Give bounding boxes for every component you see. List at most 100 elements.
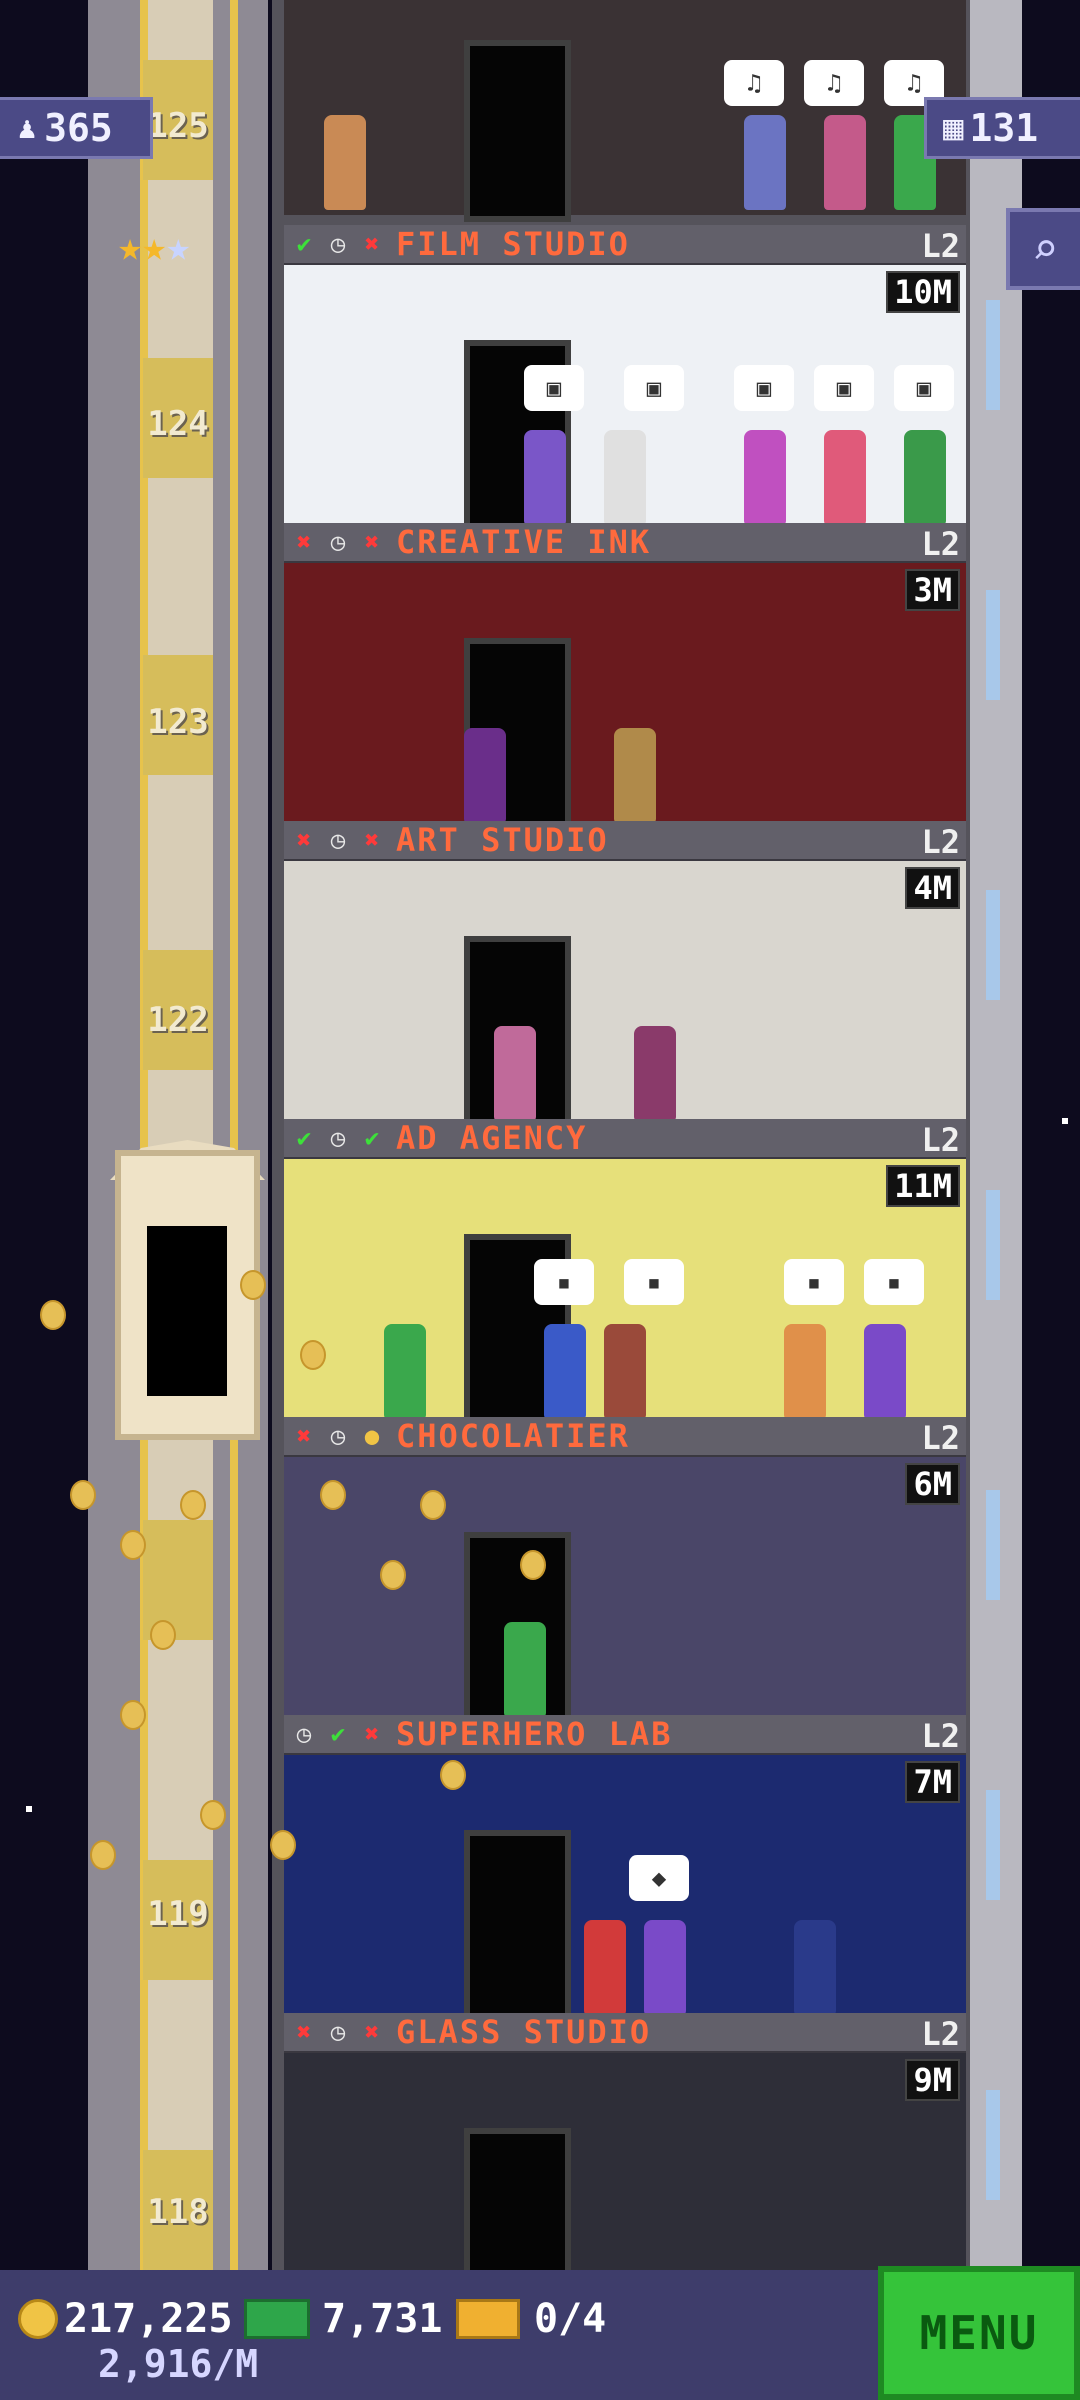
floor-header: ◷ ✔ ✖ SUPERHERO LAB L2: [284, 1715, 966, 1756]
stock-tag: 10M: [886, 271, 960, 313]
stock-tag: 11M: [886, 1165, 960, 1207]
tower-window: [986, 1190, 1000, 1300]
elevator-door: [147, 1226, 227, 1396]
floor-art-studio[interactable]: ✖ ◷ ✖ ART STUDIO L2 4M: [284, 821, 966, 1128]
falling-coin: [320, 1480, 346, 1510]
tenant: [824, 115, 866, 210]
tenant: [524, 430, 566, 525]
clock-icon: ◷: [330, 826, 346, 854]
tenant: [604, 1324, 646, 1419]
floor-header: ✔ ◷ ✖ FILM STUDIO L2: [284, 225, 966, 266]
tenant: [904, 430, 946, 525]
tenant: [604, 430, 646, 525]
star-filled-icon: ★: [142, 224, 167, 270]
floors-icon: ▦: [943, 108, 964, 148]
population-badge[interactable]: ♟ 365: [0, 97, 153, 159]
floor-room: 4M: [284, 861, 966, 1128]
falling-coin: [380, 1560, 406, 1590]
falling-coin: [300, 1340, 326, 1370]
shaft-block: [143, 1520, 213, 1640]
partial-floor-room[interactable]: ♫ ♫ ♫: [284, 0, 966, 222]
floor-level: L2: [921, 1419, 960, 1457]
floor-ad-agency[interactable]: ✔ ◷ ✔ AD AGENCY L2 11M ▪ ▪ ▪ ▪: [284, 1119, 966, 1426]
floor-number: 122: [147, 1000, 209, 1040]
elevator-shaft: 125 124 123 122 119 118: [88, 0, 268, 2270]
magnifier-icon: ⌕: [1031, 223, 1059, 275]
falling-coin: [120, 1530, 146, 1560]
floor-header: ✔ ◷ ✔ AD AGENCY L2: [284, 1119, 966, 1160]
product-bubble: ▣: [814, 365, 874, 411]
floor-header: ✖ ◷ ✖ ART STUDIO L2: [284, 821, 966, 862]
tenant: [384, 1324, 426, 1419]
check-icon: ✔: [364, 1124, 380, 1152]
tenant: [614, 728, 656, 823]
tenant: [544, 1324, 586, 1419]
bux-stat[interactable]: 7,731: [244, 2296, 442, 2342]
tickets-value: 0/4: [534, 2296, 607, 2342]
search-button[interactable]: ⌕: [1006, 208, 1080, 290]
floor-number: 124: [147, 404, 209, 444]
floor-level: L2: [921, 525, 960, 563]
floor-film-studio[interactable]: ✔ ◷ ✖ FILM STUDIO L2 10M ▣ ▣ ▣ ▣ ▣: [284, 225, 966, 532]
floor-name: AD AGENCY: [396, 1119, 588, 1157]
floor-level: L2: [921, 2015, 960, 2053]
floor-superhero-lab[interactable]: ◷ ✔ ✖ SUPERHERO LAB L2 7M ◆: [284, 1715, 966, 2022]
floor-room: 7M ◆: [284, 1755, 966, 2022]
floor-glass-studio[interactable]: ✖ ◷ ✖ GLASS STUDIO L2 9M: [284, 2013, 966, 2280]
tenant: [634, 1026, 676, 1121]
music-note-bubble: ♫: [804, 60, 864, 106]
falling-coin: [240, 1270, 266, 1300]
falling-coin: [180, 1490, 206, 1520]
product-bubble: ▪: [624, 1259, 684, 1305]
tenant: [324, 115, 366, 210]
floor-name: ART STUDIO: [396, 821, 609, 859]
falling-coin: [420, 1490, 446, 1520]
floor-count: 131: [969, 106, 1039, 150]
population-count: 365: [44, 106, 113, 150]
clock-icon: ◷: [330, 2018, 346, 2046]
clock-icon: ◷: [330, 528, 346, 556]
population-icon: ♟: [18, 110, 37, 146]
stock-tag: 9M: [905, 2059, 960, 2101]
stock-tag: 3M: [905, 569, 960, 611]
stock-tag: 7M: [905, 1761, 960, 1803]
product-bubble: ▪: [534, 1259, 594, 1305]
background-star: [1062, 1118, 1068, 1124]
floor-number: 119: [147, 1894, 209, 1934]
ticket-icon: [456, 2299, 520, 2339]
tenant: [744, 115, 786, 210]
check-icon: ✔: [330, 1720, 346, 1748]
tenant: [494, 1026, 536, 1121]
elevator-car[interactable]: [115, 1150, 260, 1440]
cross-icon: ✖: [296, 1422, 312, 1450]
rating-stars: ★★★: [118, 224, 190, 270]
floor-creative-ink[interactable]: ✖ ◷ ✖ CREATIVE INK L2 3M: [284, 523, 966, 830]
floor-level: L2: [921, 823, 960, 861]
coins-value: 217,225: [64, 2296, 233, 2342]
floor-level: L2: [921, 227, 960, 265]
floor-number: 118: [147, 2192, 209, 2232]
tower-window: [986, 890, 1000, 1000]
falling-coin: [150, 1620, 176, 1650]
tickets-stat[interactable]: 0/4: [456, 2296, 606, 2342]
floor-number: 123: [147, 702, 209, 742]
tenant: [464, 728, 506, 823]
floor-level: L2: [921, 1717, 960, 1755]
check-icon: ✔: [296, 1124, 312, 1152]
tenant: [644, 1920, 686, 2015]
clock-icon: ◷: [330, 1124, 346, 1152]
room-door: [464, 2128, 571, 2280]
floor-name: FILM STUDIO: [396, 225, 630, 263]
falling-coin: [70, 1480, 96, 1510]
cross-icon: ✖: [296, 826, 312, 854]
falling-coin: [520, 1550, 546, 1580]
floor-room: 11M ▪ ▪ ▪ ▪: [284, 1159, 966, 1426]
menu-button[interactable]: MENU: [878, 2266, 1080, 2400]
floor-header: ✖ ◷ ✖ CREATIVE INK L2: [284, 523, 966, 564]
coins-stat[interactable]: 217,225: [18, 2296, 233, 2342]
clock-icon: ◷: [330, 1422, 346, 1450]
floor-count-badge[interactable]: ▦ 131: [924, 97, 1080, 159]
tenant: [584, 1920, 626, 2015]
falling-coin: [270, 1830, 296, 1860]
tower-window: [986, 1490, 1000, 1600]
